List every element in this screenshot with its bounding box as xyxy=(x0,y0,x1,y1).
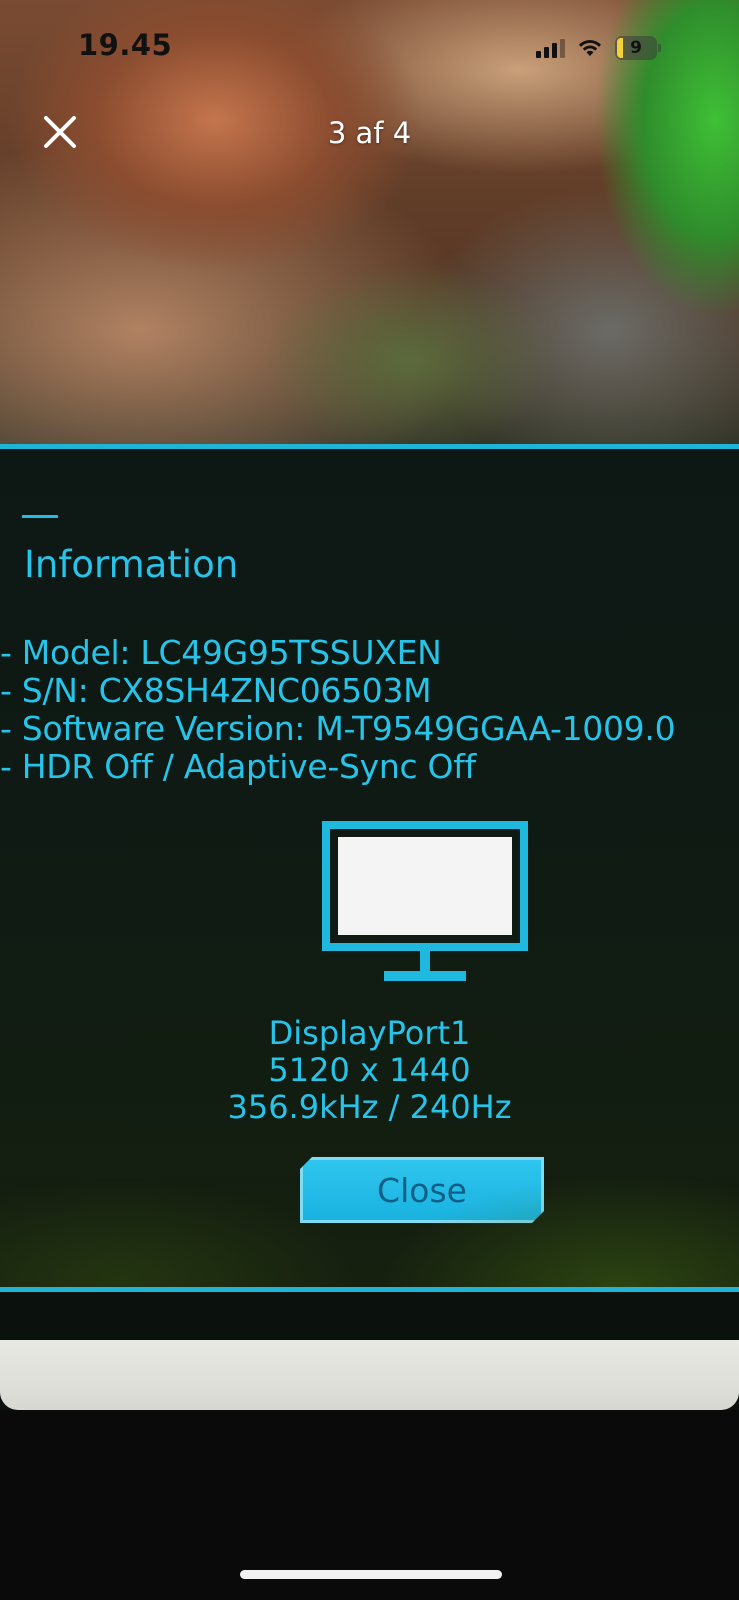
title-dash xyxy=(22,515,58,518)
monitor-bezel xyxy=(0,1340,739,1410)
home-indicator[interactable] xyxy=(240,1570,502,1579)
close-button[interactable]: Close xyxy=(300,1157,544,1223)
panel-title: Information xyxy=(24,543,239,586)
info-hdr-sync: - HDR Off / Adaptive-Sync Off xyxy=(0,747,476,786)
signal-info: DisplayPort1 5120 x 1440 356.9kHz / 240H… xyxy=(0,1015,739,1126)
image-counter: 3 af 4 xyxy=(327,116,412,150)
resolution: 5120 x 1440 xyxy=(268,1051,471,1089)
battery-level: 9 xyxy=(630,38,642,58)
battery-icon: 9 xyxy=(615,36,661,60)
input-port: DisplayPort1 xyxy=(268,1014,471,1052)
info-model: - Model: LC49G95TSSUXEN xyxy=(0,633,442,672)
monitor-info-panel: Information - Model: LC49G95TSSUXEN - S/… xyxy=(0,444,739,1292)
cellular-signal-icon xyxy=(536,38,565,58)
info-software-version: - Software Version: M-T9549GGAA-1009.0 xyxy=(0,709,676,748)
wifi-icon xyxy=(579,39,601,56)
battery-fill xyxy=(617,38,623,58)
frequency: 356.9kHz / 240Hz xyxy=(227,1088,512,1126)
info-serial: - S/N: CX8SH4ZNC06503M xyxy=(0,671,432,710)
status-time: 19.45 xyxy=(78,28,173,62)
monitor-icon xyxy=(322,821,528,981)
status-icons: 9 xyxy=(536,36,661,60)
info-list: - Model: LC49G95TSSUXEN - S/N: CX8SH4ZNC… xyxy=(0,633,676,786)
